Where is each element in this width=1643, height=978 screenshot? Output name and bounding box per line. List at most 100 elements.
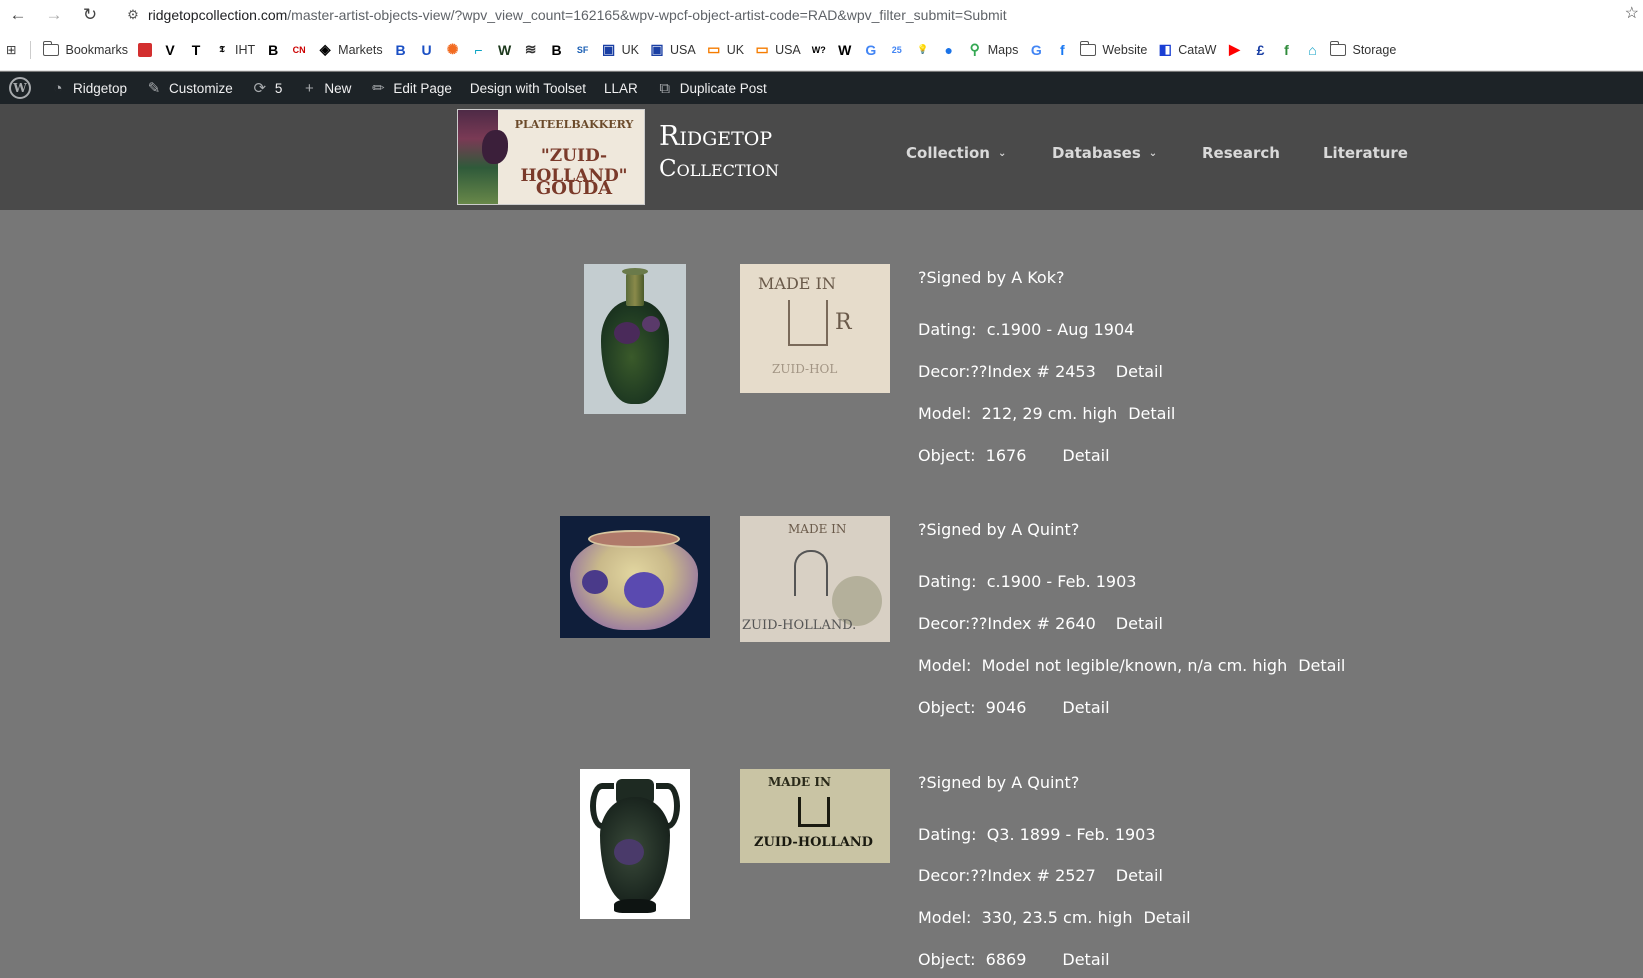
bookmark-item[interactable]: V — [162, 37, 178, 63]
bookmark-item[interactable]: T — [188, 37, 204, 63]
model-label: Model: — [918, 908, 972, 927]
bookmark-item[interactable]: Storage — [1329, 37, 1396, 63]
pound-icon: £ — [1256, 41, 1265, 58]
folder-icon — [42, 40, 60, 56]
object-photo[interactable] — [580, 769, 690, 919]
b-circle-icon: B — [551, 41, 562, 58]
decor-detail-link[interactable]: Detail — [1116, 614, 1163, 633]
bookmark-item[interactable]: £ — [1252, 37, 1268, 63]
bookmark-item[interactable]: Bookmarks — [42, 37, 128, 63]
bookmark-item[interactable]: ▭ UK — [706, 37, 744, 63]
gift-usa-icon: ▣ — [650, 41, 664, 57]
edit-page-link[interactable]: ✏ Edit Page — [360, 72, 461, 104]
decor-line: Decor:??Index # 2527 Detail — [918, 866, 1163, 885]
mark-photo[interactable]: MADE IN ZUID-HOLLAND — [740, 769, 890, 863]
duplicate-post-link[interactable]: ⧉ Duplicate Post — [647, 72, 776, 104]
bookmark-item[interactable]: B — [549, 37, 565, 63]
site-title[interactable]: Ridgetop Collection — [659, 120, 779, 186]
bookmark-item[interactable]: ⌐ — [471, 37, 487, 63]
object-photo[interactable] — [584, 264, 686, 414]
bookmark-item[interactable]: ◧ CataW — [1157, 37, 1217, 63]
bookmark-item[interactable]: B — [265, 37, 281, 63]
bookmark-label: UK — [726, 42, 745, 57]
bookmark-item[interactable]: U — [419, 37, 435, 63]
admin-site-label: Ridgetop — [73, 80, 128, 96]
customize-link[interactable]: ✎ Customize — [136, 72, 242, 104]
updates-icon: ⟳ — [253, 80, 267, 97]
admin-site-link[interactable]: ◔ Ridgetop — [40, 72, 136, 104]
llar-link[interactable]: LLAR — [595, 72, 647, 104]
wp-logo-menu[interactable]: W — [0, 72, 40, 104]
bookmark-item[interactable]: G — [1028, 37, 1044, 63]
bookmark-item[interactable]: G — [863, 37, 879, 63]
site-logo[interactable]: PLATEELBAKKERY "ZUID-HOLLAND" GOUDA — [457, 109, 645, 205]
object-detail-link[interactable]: Detail — [1062, 446, 1109, 465]
site-title-line-1: Ridgetop — [659, 121, 773, 152]
bookmark-item[interactable]: 25 — [889, 37, 905, 63]
model-value: 212, 29 cm. high — [981, 404, 1118, 423]
updates-link[interactable]: ⟳ 5 — [242, 72, 292, 104]
model-detail-link[interactable]: Detail — [1143, 908, 1190, 927]
back-icon[interactable]: ← — [0, 0, 36, 29]
bookmark-item[interactable]: ⌂ — [1304, 37, 1320, 63]
address-bar[interactable]: ⚙ ridgetopcollection.com/master-artist-o… — [118, 2, 1618, 27]
bookmark-item[interactable]: f — [1278, 37, 1294, 63]
bookmark-item[interactable]: ⚲ Maps — [967, 37, 1019, 63]
decor-index: 2453 — [1055, 362, 1096, 381]
toolset-link[interactable]: Design with Toolset — [461, 72, 595, 104]
forward-icon[interactable]: → — [36, 0, 72, 29]
new-label: New — [324, 80, 352, 96]
gift-uk-icon: ▣ — [601, 41, 616, 57]
duplicate-icon: ⧉ — [659, 79, 671, 97]
object-photo[interactable] — [560, 516, 710, 638]
object-detail-link[interactable]: Detail — [1062, 950, 1109, 969]
apps-grid-icon[interactable]: ⊞ — [6, 37, 16, 63]
bookmark-item[interactable]: B — [393, 37, 409, 63]
bookmark-item[interactable]: SF — [575, 37, 591, 63]
bookmark-item[interactable]: 💡 — [915, 37, 931, 63]
bookmark-item[interactable]: ▣ USA — [649, 37, 696, 63]
bookmark-item[interactable]: ✺ — [445, 37, 461, 63]
house-mark-icon — [788, 300, 828, 346]
nav-literature[interactable]: Literature — [1323, 144, 1408, 162]
object-detail-link[interactable]: Detail — [1062, 698, 1109, 717]
site-header: PLATEELBAKKERY "ZUID-HOLLAND" GOUDA Ridg… — [0, 104, 1643, 210]
mark-photo[interactable]: MADE IN R ZUID-HOL — [740, 264, 890, 393]
decor-detail-link[interactable]: Detail — [1116, 866, 1163, 885]
bookmark-item[interactable]: W — [497, 37, 513, 63]
decor-line: Decor:??Index # 2640 Detail — [918, 614, 1163, 633]
browser-toolbar: ← → ↻ ⚙ ridgetopcollection.com/master-ar… — [0, 0, 1643, 29]
new-content-link[interactable]: + New — [291, 72, 360, 104]
bookmark-item[interactable]: ▣ UK — [601, 37, 639, 63]
vase-flower — [614, 839, 644, 865]
bookmark-item[interactable]: ◈ Markets — [317, 37, 383, 63]
decor-label: Decor:??Index # — [918, 614, 1050, 633]
model-detail-link[interactable]: Detail — [1298, 656, 1345, 675]
updates-count: 5 — [274, 80, 283, 96]
bookmark-item[interactable]: f — [1054, 37, 1070, 63]
nav-databases[interactable]: Databases ⌄ — [1052, 144, 1157, 162]
object-label: Object: — [918, 446, 976, 465]
bookmark-item[interactable]: W? — [811, 37, 827, 63]
nav-research[interactable]: Research — [1202, 144, 1280, 162]
bookmark-item[interactable] — [138, 37, 153, 63]
model-detail-link[interactable]: Detail — [1128, 404, 1175, 423]
bookmark-item[interactable]: 𝕿 IHT — [214, 37, 255, 63]
pencil-icon: ✏ — [372, 80, 385, 97]
bookmark-item[interactable]: ● — [941, 37, 957, 63]
nav-literature-label: Literature — [1323, 144, 1408, 162]
bookmark-label: USA — [669, 42, 696, 57]
site-info-icon[interactable]: ⚙ — [118, 2, 148, 27]
bookmark-item[interactable]: W — [837, 37, 853, 63]
reload-icon[interactable]: ↻ — [72, 0, 108, 29]
bookmark-item[interactable]: ≋ — [523, 37, 539, 63]
object-number: 6869 — [985, 950, 1027, 969]
bookmark-item[interactable]: CN — [291, 37, 307, 63]
bookmark-item[interactable]: Website — [1079, 37, 1147, 63]
bookmark-item[interactable]: ▭ USA — [754, 37, 800, 63]
bookmark-item[interactable]: ▶ — [1226, 37, 1242, 63]
nav-collection[interactable]: Collection ⌄ — [906, 144, 1006, 162]
mark-photo[interactable]: MADE IN ZUID-HOLLAND. — [740, 516, 890, 642]
decor-detail-link[interactable]: Detail — [1116, 362, 1163, 381]
bookmark-star-icon[interactable]: ☆ — [1625, 3, 1639, 23]
